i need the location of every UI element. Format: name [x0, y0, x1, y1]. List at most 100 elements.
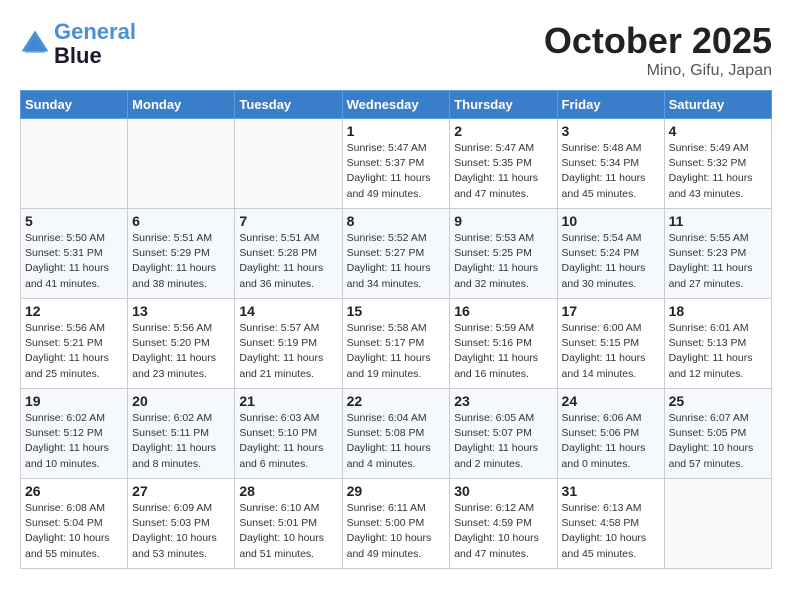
logo-icon — [20, 29, 50, 59]
day-number: 16 — [454, 303, 552, 319]
day-number: 31 — [562, 483, 660, 499]
day-number: 9 — [454, 213, 552, 229]
day-number: 22 — [347, 393, 446, 409]
calendar-cell: 20 Sunrise: 6:02 AM Sunset: 5:11 PM Dayli… — [128, 389, 235, 479]
calendar-week-4: 19 Sunrise: 6:02 AM Sunset: 5:12 PM Dayli… — [21, 389, 772, 479]
day-number: 17 — [562, 303, 660, 319]
calendar-cell: 22Sunrise: 6:04 AM Sunset: 5:08 PM Dayli… — [342, 389, 450, 479]
weekday-header-friday: Friday — [557, 91, 664, 119]
day-number: 4 — [669, 123, 767, 139]
day-number: 5 — [25, 213, 123, 229]
day-info: Sunrise: 6:02 AM Sunset: 5:11 PM Dayligh… — [132, 411, 230, 472]
day-number: 18 — [669, 303, 767, 319]
day-number: 12 — [25, 303, 123, 319]
day-info: Sunrise: 5:53 AM Sunset: 5:25 PM Dayligh… — [454, 231, 552, 292]
day-info: Sunrise: 5:49 AM Sunset: 5:32 PM Dayligh… — [669, 141, 767, 202]
day-info: Sunrise: 6:01 AM Sunset: 5:13 PM Dayligh… — [669, 321, 767, 382]
day-number: 10 — [562, 213, 660, 229]
day-info: Sunrise: 5:56 AM Sunset: 5:20 PM Dayligh… — [132, 321, 230, 382]
calendar-cell: 4 Sunrise: 5:49 AM Sunset: 5:32 PM Daylig… — [664, 119, 771, 209]
day-number: 26 — [25, 483, 123, 499]
day-number: 7 — [239, 213, 337, 229]
weekday-header-tuesday: Tuesday — [235, 91, 342, 119]
calendar-week-2: 5Sunrise: 5:50 AM Sunset: 5:31 PM Daylig… — [21, 209, 772, 299]
weekday-header-saturday: Saturday — [664, 91, 771, 119]
calendar-cell: 2 Sunrise: 5:47 AM Sunset: 5:35 PM Daylig… — [450, 119, 557, 209]
calendar-cell: 31Sunrise: 6:13 AM Sunset: 4:58 PM Dayli… — [557, 479, 664, 569]
day-info: Sunrise: 5:51 AM Sunset: 5:28 PM Dayligh… — [239, 231, 337, 292]
day-info: Sunrise: 6:06 AM Sunset: 5:06 PM Dayligh… — [562, 411, 660, 472]
day-info: Sunrise: 5:48 AM Sunset: 5:34 PM Dayligh… — [562, 141, 660, 202]
day-info: Sunrise: 5:58 AM Sunset: 5:17 PM Dayligh… — [347, 321, 446, 382]
day-number: 8 — [347, 213, 446, 229]
weekday-header-wednesday: Wednesday — [342, 91, 450, 119]
day-number: 14 — [239, 303, 337, 319]
calendar-cell — [664, 479, 771, 569]
page-header: GeneralBlue October 2025 Mino, Gifu, Jap… — [20, 20, 772, 80]
calendar-table: SundayMondayTuesdayWednesdayThursdayFrid… — [20, 90, 772, 569]
calendar-cell: 14 Sunrise: 5:57 AM Sunset: 5:19 PM Dayli… — [235, 299, 342, 389]
day-number: 21 — [239, 393, 337, 409]
day-number: 2 — [454, 123, 552, 139]
day-number: 1 — [347, 123, 446, 139]
day-number: 6 — [132, 213, 230, 229]
day-number: 15 — [347, 303, 446, 319]
day-info: Sunrise: 5:59 AM Sunset: 5:16 PM Dayligh… — [454, 321, 552, 382]
day-info: Sunrise: 5:54 AM Sunset: 5:24 PM Dayligh… — [562, 231, 660, 292]
calendar-cell: 24 Sunrise: 6:06 AM Sunset: 5:06 PM Dayli… — [557, 389, 664, 479]
calendar-cell: 16 Sunrise: 5:59 AM Sunset: 5:16 PM Dayli… — [450, 299, 557, 389]
calendar-cell — [21, 119, 128, 209]
day-number: 13 — [132, 303, 230, 319]
weekday-header-sunday: Sunday — [21, 91, 128, 119]
day-info: Sunrise: 5:57 AM Sunset: 5:19 PM Dayligh… — [239, 321, 337, 382]
location-subtitle: Mino, Gifu, Japan — [544, 62, 772, 80]
calendar-week-1: 1Sunrise: 5:47 AM Sunset: 5:37 PM Daylig… — [21, 119, 772, 209]
day-info: Sunrise: 6:03 AM Sunset: 5:10 PM Dayligh… — [239, 411, 337, 472]
day-number: 24 — [562, 393, 660, 409]
calendar-cell: 9 Sunrise: 5:53 AM Sunset: 5:25 PM Daylig… — [450, 209, 557, 299]
calendar-cell: 27 Sunrise: 6:09 AM Sunset: 5:03 PM Dayli… — [128, 479, 235, 569]
calendar-cell: 21 Sunrise: 6:03 AM Sunset: 5:10 PM Dayli… — [235, 389, 342, 479]
day-number: 3 — [562, 123, 660, 139]
day-info: Sunrise: 5:51 AM Sunset: 5:29 PM Dayligh… — [132, 231, 230, 292]
day-info: Sunrise: 6:07 AM Sunset: 5:05 PM Dayligh… — [669, 411, 767, 472]
day-number: 19 — [25, 393, 123, 409]
day-info: Sunrise: 5:52 AM Sunset: 5:27 PM Dayligh… — [347, 231, 446, 292]
day-info: Sunrise: 6:02 AM Sunset: 5:12 PM Dayligh… — [25, 411, 123, 472]
logo: GeneralBlue — [20, 20, 136, 68]
day-info: Sunrise: 6:09 AM Sunset: 5:03 PM Dayligh… — [132, 501, 230, 562]
day-info: Sunrise: 6:12 AM Sunset: 4:59 PM Dayligh… — [454, 501, 552, 562]
day-number: 27 — [132, 483, 230, 499]
calendar-week-5: 26Sunrise: 6:08 AM Sunset: 5:04 PM Dayli… — [21, 479, 772, 569]
calendar-cell: 28 Sunrise: 6:10 AM Sunset: 5:01 PM Dayli… — [235, 479, 342, 569]
calendar-week-3: 12Sunrise: 5:56 AM Sunset: 5:21 PM Dayli… — [21, 299, 772, 389]
day-info: Sunrise: 6:00 AM Sunset: 5:15 PM Dayligh… — [562, 321, 660, 382]
calendar-cell: 11Sunrise: 5:55 AM Sunset: 5:23 PM Dayli… — [664, 209, 771, 299]
day-info: Sunrise: 5:47 AM Sunset: 5:35 PM Dayligh… — [454, 141, 552, 202]
calendar-cell: 7 Sunrise: 5:51 AM Sunset: 5:28 PM Daylig… — [235, 209, 342, 299]
day-number: 30 — [454, 483, 552, 499]
weekday-header-thursday: Thursday — [450, 91, 557, 119]
calendar-cell: 29 Sunrise: 6:11 AM Sunset: 5:00 PM Dayli… — [342, 479, 450, 569]
calendar-cell — [235, 119, 342, 209]
calendar-cell: 26Sunrise: 6:08 AM Sunset: 5:04 PM Dayli… — [21, 479, 128, 569]
day-number: 11 — [669, 213, 767, 229]
calendar-cell: 1Sunrise: 5:47 AM Sunset: 5:37 PM Daylig… — [342, 119, 450, 209]
calendar-cell: 23Sunrise: 6:05 AM Sunset: 5:07 PM Dayli… — [450, 389, 557, 479]
day-number: 25 — [669, 393, 767, 409]
calendar-cell: 17 Sunrise: 6:00 AM Sunset: 5:15 PM Dayli… — [557, 299, 664, 389]
day-number: 29 — [347, 483, 446, 499]
calendar-cell: 5Sunrise: 5:50 AM Sunset: 5:31 PM Daylig… — [21, 209, 128, 299]
day-number: 20 — [132, 393, 230, 409]
logo-text: GeneralBlue — [54, 20, 136, 68]
day-info: Sunrise: 6:11 AM Sunset: 5:00 PM Dayligh… — [347, 501, 446, 562]
calendar-cell: 15 Sunrise: 5:58 AM Sunset: 5:17 PM Dayli… — [342, 299, 450, 389]
title-block: October 2025 Mino, Gifu, Japan — [544, 20, 772, 80]
calendar-cell: 30 Sunrise: 6:12 AM Sunset: 4:59 PM Dayli… — [450, 479, 557, 569]
day-info: Sunrise: 6:10 AM Sunset: 5:01 PM Dayligh… — [239, 501, 337, 562]
day-number: 28 — [239, 483, 337, 499]
calendar-cell: 13 Sunrise: 5:56 AM Sunset: 5:20 PM Dayli… — [128, 299, 235, 389]
calendar-cell: 19 Sunrise: 6:02 AM Sunset: 5:12 PM Dayli… — [21, 389, 128, 479]
calendar-cell: 10 Sunrise: 5:54 AM Sunset: 5:24 PM Dayli… — [557, 209, 664, 299]
calendar-cell: 8 Sunrise: 5:52 AM Sunset: 5:27 PM Daylig… — [342, 209, 450, 299]
